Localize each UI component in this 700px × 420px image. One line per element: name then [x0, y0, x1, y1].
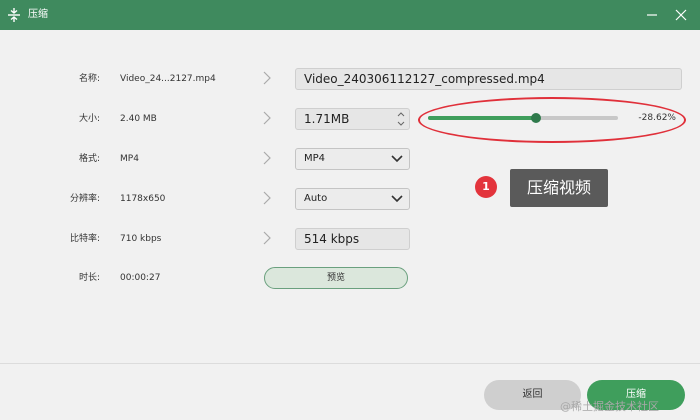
watermark: @稀土掘金技术社区 [560, 400, 659, 413]
chevron-down-icon [391, 195, 403, 203]
footer-divider [0, 363, 700, 364]
resolution-select[interactable]: Auto [295, 188, 410, 210]
title-bar: 压缩 [0, 0, 700, 30]
resolution-label: 分辨率: [69, 194, 100, 204]
close-button[interactable] [672, 6, 690, 24]
chevron-down-icon [391, 155, 403, 163]
close-icon [675, 9, 687, 21]
window-title: 压缩 [28, 9, 48, 20]
step-badge: 1 [475, 176, 497, 198]
duration-label: 时长: [78, 273, 100, 283]
name-label: 名称: [78, 74, 100, 84]
format-select-value: MP4 [304, 153, 326, 164]
chevron-right-icon [263, 151, 271, 165]
minimize-button[interactable] [643, 6, 661, 24]
chevron-right-icon [263, 111, 271, 125]
stepper-arrows-icon[interactable] [396, 110, 406, 128]
format-label: 格式: [78, 154, 100, 164]
size-original: 2.40 MB [120, 114, 157, 124]
bitrate-original: 710 kbps [120, 234, 162, 244]
bitrate-label: 比特率: [69, 234, 100, 244]
resolution-original: 1178x650 [120, 194, 166, 204]
resolution-select-value: Auto [304, 193, 328, 204]
output-name-field[interactable]: Video_240306112127_compressed.mp4 [295, 68, 682, 90]
chevron-right-icon [263, 191, 271, 205]
format-select[interactable]: MP4 [295, 148, 410, 170]
preview-button[interactable]: 预览 [264, 267, 408, 289]
output-size-value: 1.71MB [304, 112, 350, 126]
minimize-icon [647, 14, 657, 16]
name-original: Video_24...2127.mp4 [120, 74, 216, 84]
duration-original: 00:00:27 [120, 273, 161, 283]
chevron-right-icon [263, 231, 271, 245]
compress-icon [8, 8, 20, 22]
format-original: MP4 [120, 154, 139, 164]
annotation-tooltip: 压缩视频 [510, 169, 608, 207]
chevron-right-icon [263, 71, 271, 85]
size-label: 大小: [78, 114, 100, 124]
highlight-ellipse [418, 97, 686, 143]
output-size-stepper[interactable]: 1.71MB [295, 108, 410, 130]
output-bitrate-field[interactable]: 514 kbps [295, 228, 410, 250]
